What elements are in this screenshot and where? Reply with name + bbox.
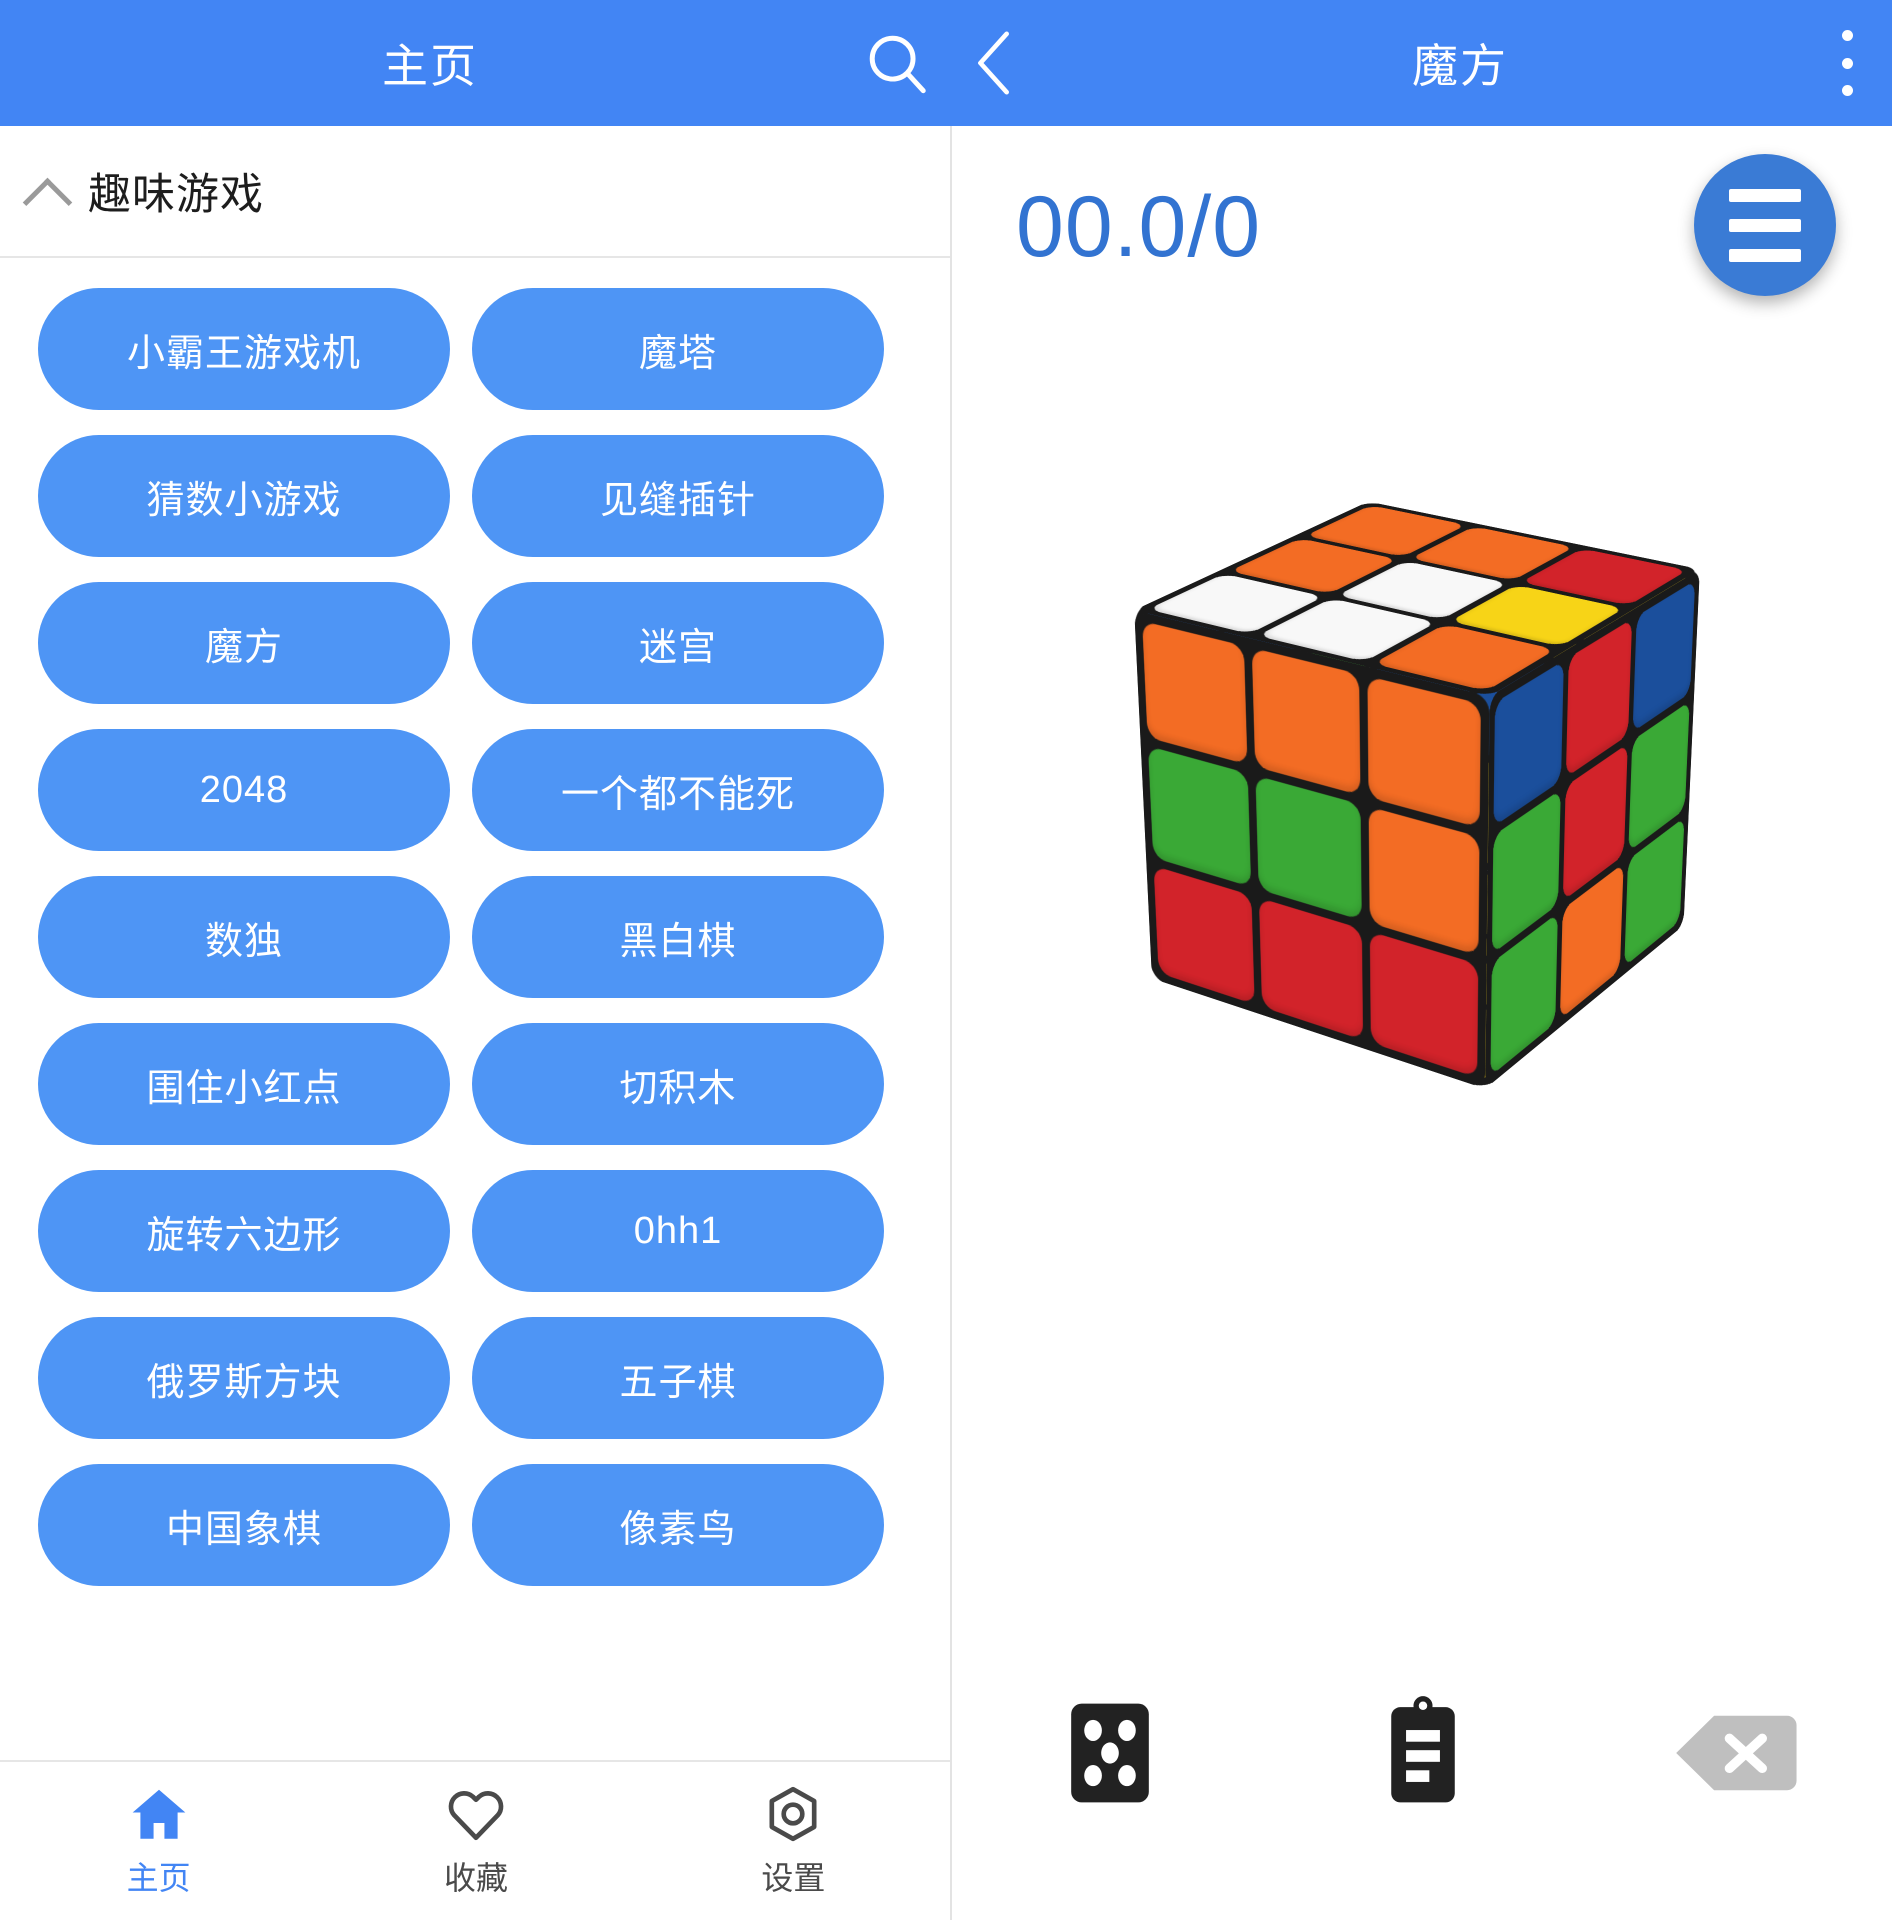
game-button[interactable]: 俄罗斯方块 — [38, 1317, 450, 1439]
heart-icon — [445, 1783, 507, 1845]
game-button[interactable]: 2048 — [38, 729, 450, 851]
cube-sticker[interactable] — [1367, 676, 1480, 828]
cube-sticker[interactable] — [1252, 648, 1361, 796]
scramble-button[interactable] — [954, 1693, 1267, 1813]
nav-item-favorites[interactable]: 收藏 — [317, 1783, 634, 1899]
nav-label-favorites: 收藏 — [444, 1853, 508, 1899]
game-button[interactable]: 0hh1 — [472, 1170, 884, 1292]
nav-item-settings[interactable]: 设置 — [635, 1783, 952, 1899]
game-button[interactable]: 黑白棋 — [472, 876, 884, 998]
nav-label-home: 主页 — [127, 1853, 191, 1899]
top-app-bar: 主页 魔方 — [0, 0, 1892, 126]
game-button[interactable]: 中国象棋 — [38, 1464, 450, 1586]
game-button[interactable]: 见缝插针 — [472, 435, 884, 557]
backspace-icon — [1674, 1709, 1798, 1797]
cube-game-panel: 00.0/0 — [954, 126, 1892, 1920]
games-scroll-area[interactable]: 小霸王游戏机魔塔猜数小游戏见缝插针魔方迷宫2048一个都不能死数独黑白棋围住小红… — [0, 258, 952, 1920]
games-sidebar: 趣味游戏 小霸王游戏机魔塔猜数小游戏见缝插针魔方迷宫2048一个都不能死数独黑白… — [0, 126, 952, 1920]
game-button[interactable]: 一个都不能死 — [472, 729, 884, 851]
cube-sticker[interactable] — [1370, 931, 1479, 1077]
hamburger-menu-button[interactable] — [1694, 154, 1836, 296]
cube-sticker[interactable] — [1148, 746, 1251, 887]
bottom-navigation: 主页 收藏 设置 — [0, 1760, 952, 1920]
home-icon — [128, 1783, 190, 1845]
gear-icon — [762, 1783, 824, 1845]
timer-display: 00.0/0 — [1016, 178, 1261, 277]
game-button[interactable]: 旋转六边形 — [38, 1170, 450, 1292]
game-button[interactable]: 切积木 — [472, 1023, 884, 1145]
chevron-up-icon[interactable] — [22, 167, 70, 215]
dice-icon — [1067, 1693, 1153, 1813]
cube-sticker[interactable] — [1142, 621, 1247, 765]
games-grid: 小霸王游戏机魔塔猜数小游戏见缝插针魔方迷宫2048一个都不能死数独黑白棋围住小红… — [0, 258, 952, 1611]
page-title: 魔方 — [1030, 30, 1890, 96]
more-vertical-icon[interactable] — [1838, 30, 1856, 96]
back-chevron-icon[interactable] — [960, 24, 1030, 102]
game-button[interactable]: 迷宫 — [472, 582, 884, 704]
game-button[interactable]: 五子棋 — [472, 1317, 884, 1439]
game-button[interactable]: 魔方 — [38, 582, 450, 704]
game-button[interactable]: 数独 — [38, 876, 450, 998]
nav-item-home[interactable]: 主页 — [0, 1783, 317, 1899]
app-root: 主页 魔方 趣味游戏 小霸王游戏机魔塔猜数小游戏见缝插针魔方迷宫2048一个都不… — [0, 0, 1892, 1920]
delete-button[interactable] — [1579, 1709, 1892, 1797]
cube-sticker[interactable] — [1154, 866, 1255, 1005]
record-button[interactable] — [1267, 1693, 1580, 1813]
game-button[interactable]: 像素鸟 — [472, 1464, 884, 1586]
game-button[interactable]: 魔塔 — [472, 288, 884, 410]
game-button[interactable]: 猜数小游戏 — [38, 435, 450, 557]
cube-sticker[interactable] — [1255, 775, 1361, 920]
rubiks-cube[interactable] — [1258, 553, 1601, 1003]
rubiks-cube-viewport[interactable] — [954, 416, 1892, 1136]
cube-sticker[interactable] — [1259, 898, 1363, 1040]
left-pane-title: 主页 — [0, 30, 860, 96]
game-button[interactable]: 围住小红点 — [38, 1023, 450, 1145]
cube-sticker[interactable] — [1369, 806, 1480, 955]
game-button[interactable]: 小霸王游戏机 — [38, 288, 450, 410]
cube-action-bar — [954, 1678, 1892, 1828]
clipboard-icon — [1380, 1693, 1466, 1813]
nav-label-settings: 设置 — [761, 1853, 825, 1899]
search-icon[interactable] — [862, 28, 932, 98]
section-header-fun-games[interactable]: 趣味游戏 — [0, 126, 952, 258]
section-title: 趣味游戏 — [88, 160, 264, 222]
